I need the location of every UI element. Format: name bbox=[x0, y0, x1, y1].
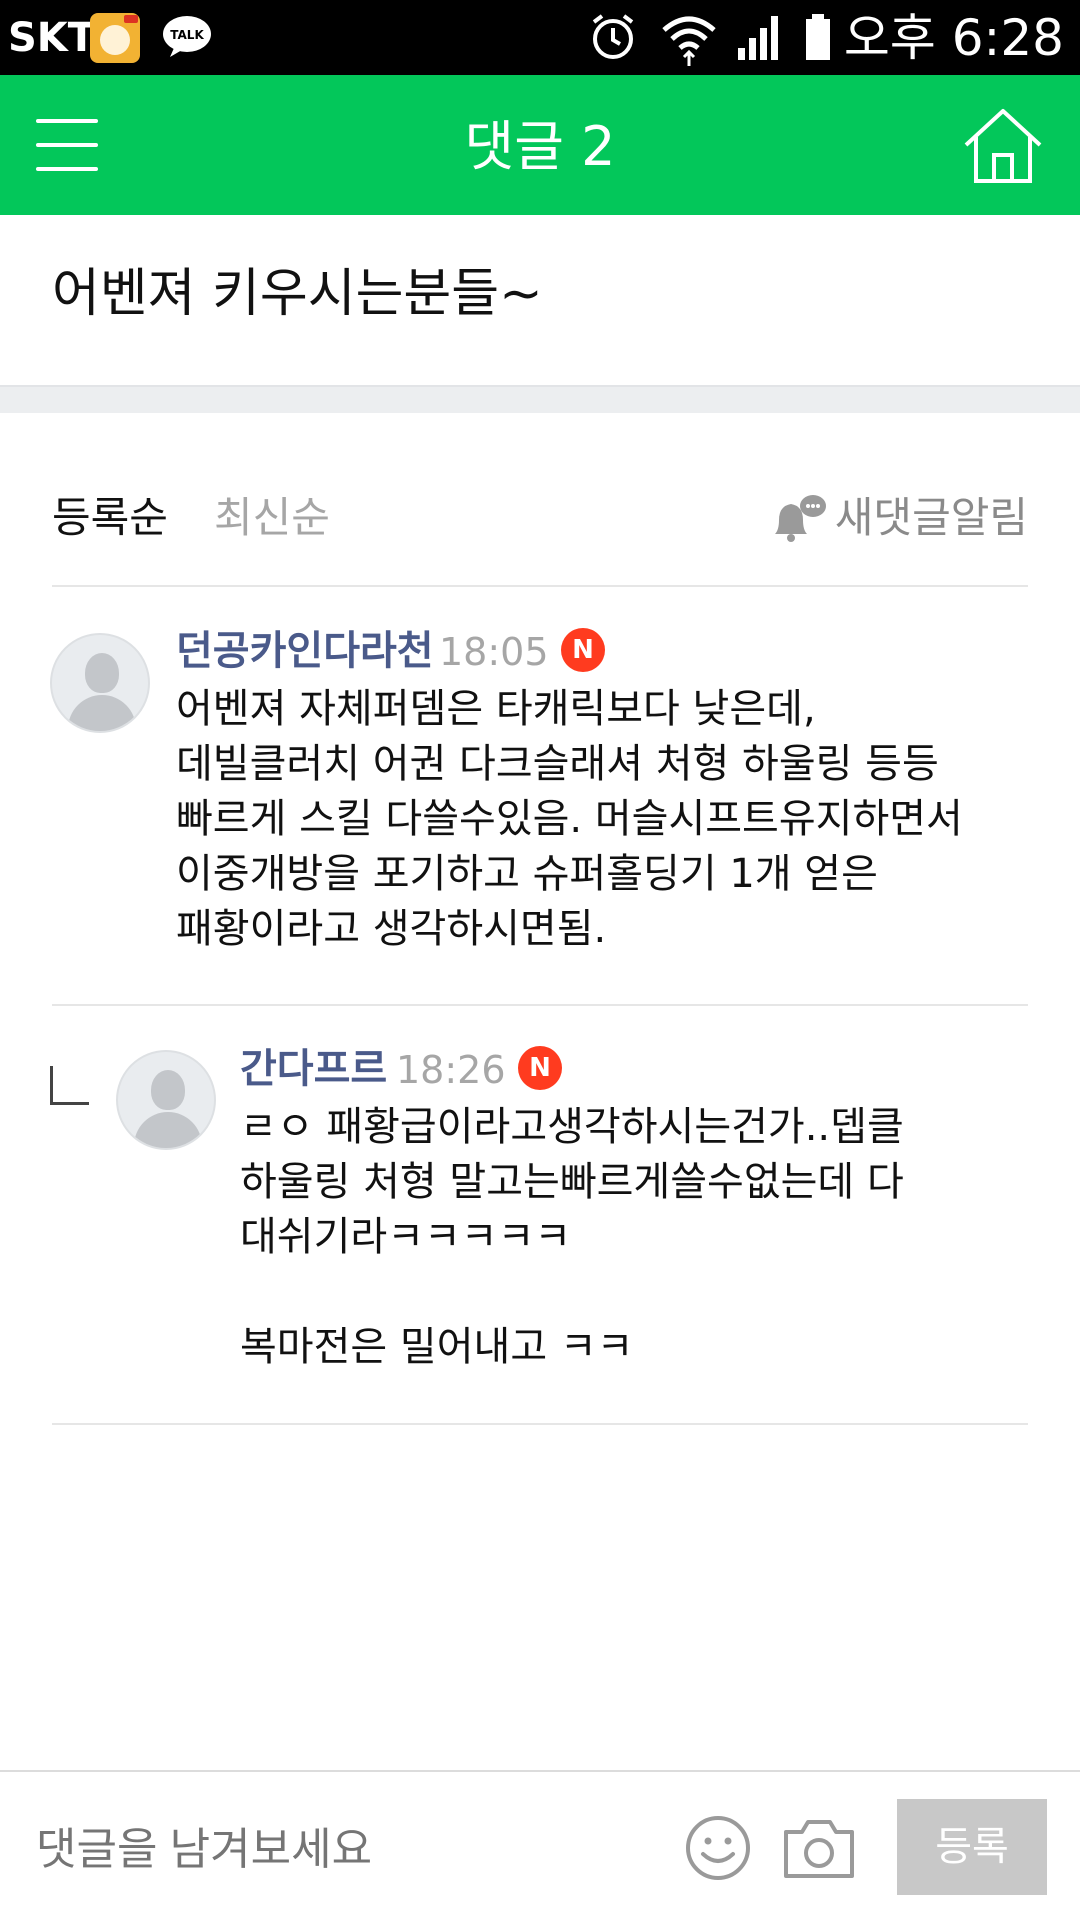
comment-text: ㄹㅇ 패황급이라고생각하시는건가..뎁클 하울링 처형 말고는빠르게쓸수없는데 … bbox=[240, 1100, 1040, 1375]
sort-registered-tab[interactable]: 등록순 bbox=[52, 490, 168, 546]
app-header: 댓글 2 bbox=[0, 75, 1080, 215]
comment-line: 복마전은 밀어내고 ㅋㅋ bbox=[240, 1324, 634, 1370]
new-comment-notify-button[interactable]: 새댓글알림 bbox=[774, 490, 1028, 546]
comment-line bbox=[240, 1265, 1040, 1320]
wifi-icon bbox=[662, 16, 716, 66]
section-divider bbox=[0, 385, 1080, 413]
comment-author[interactable]: 던공카인다라천 bbox=[176, 626, 434, 676]
status-time: 오후 6:28 bbox=[843, 9, 1064, 67]
new-badge: N bbox=[518, 1046, 562, 1090]
comment-line: 패황이라고 생각하시면됨. bbox=[176, 906, 607, 952]
submit-button[interactable]: 등록 bbox=[897, 1799, 1047, 1895]
divider bbox=[52, 1423, 1028, 1425]
page-title: 댓글 2 bbox=[464, 115, 616, 178]
signal-icon bbox=[738, 16, 778, 60]
comment-line: 데빌클러치 어권 다크슬래셔 처형 하울링 등등 bbox=[176, 741, 939, 787]
reply-indicator-icon bbox=[50, 1066, 89, 1105]
comment-time: 18:05 bbox=[439, 630, 549, 674]
comment-text: 어벤져 자체퍼뎀은 타캐릭보다 낮은데, 데빌클러치 어권 다크슬래셔 처형 하… bbox=[176, 682, 1036, 957]
carrier-label: SKT bbox=[8, 15, 96, 61]
comment-line: 하울링 처형 말고는빠르게쓸수없는데 다 bbox=[240, 1159, 904, 1205]
divider bbox=[52, 1004, 1028, 1006]
comment-line: 빠르게 스킬 다쓸수있음. 머슬시프트유지하면서 bbox=[176, 796, 963, 842]
new-badge: N bbox=[561, 628, 605, 672]
avatar[interactable] bbox=[116, 1050, 216, 1150]
emoji-icon[interactable] bbox=[684, 1814, 752, 1882]
divider bbox=[52, 585, 1028, 587]
comment-input[interactable] bbox=[36, 1822, 636, 1878]
comment-author[interactable]: 간다프르 bbox=[240, 1044, 387, 1094]
alarm-icon bbox=[592, 14, 634, 59]
comment-line: 대쉬기라ㅋㅋㅋㅋㅋ bbox=[240, 1214, 572, 1260]
comment-time: 18:26 bbox=[396, 1048, 506, 1092]
game-app-icon bbox=[90, 13, 140, 63]
avatar[interactable] bbox=[50, 633, 150, 733]
kakaotalk-label: TALK bbox=[170, 28, 204, 42]
post-title[interactable]: 어벤져 키우시는분들~ bbox=[52, 262, 543, 326]
camera-icon[interactable] bbox=[782, 1816, 856, 1880]
battery-icon bbox=[806, 14, 830, 60]
notify-label: 새댓글알림 bbox=[834, 493, 1028, 542]
kakaotalk-icon: TALK bbox=[163, 16, 211, 57]
status-bar: SKT TALK 오후 6:28 bbox=[0, 0, 1080, 75]
comment-line: ㄹㅇ 패황급이라고생각하시는건가..뎁클 bbox=[240, 1104, 904, 1150]
home-icon[interactable] bbox=[962, 107, 1044, 185]
bell-icon bbox=[774, 495, 826, 542]
comment-line: 이중개방을 포기하고 슈퍼홀딩기 1개 얻은 bbox=[176, 851, 878, 897]
sort-latest-tab[interactable]: 최신순 bbox=[214, 490, 330, 546]
comment-input-bar: 등록 bbox=[0, 1770, 1080, 1922]
comment-line: 어벤져 자체퍼뎀은 타캐릭보다 낮은데, bbox=[176, 686, 816, 732]
